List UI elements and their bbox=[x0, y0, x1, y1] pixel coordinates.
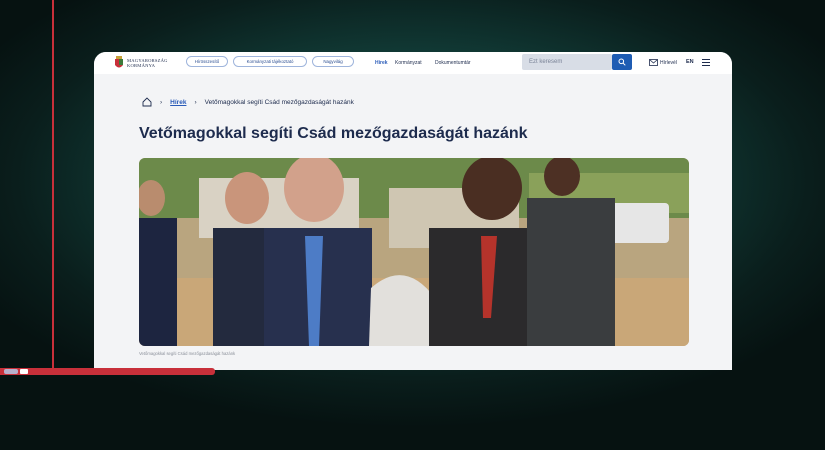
video-progress-start bbox=[4, 369, 18, 374]
chevron-right-icon: › bbox=[160, 98, 163, 106]
mail-icon bbox=[649, 59, 658, 66]
article-photo bbox=[139, 158, 689, 346]
pill-world[interactable]: Nagyvilág bbox=[312, 56, 354, 67]
nav-government[interactable]: Kormányzat bbox=[395, 60, 422, 66]
nav-news[interactable]: Hírek bbox=[375, 60, 388, 66]
breadcrumb: › Hírek › Vetőmagokkal segíti Csád mezőg… bbox=[142, 97, 354, 107]
government-logo[interactable]: MAGYARORSZÁG KORMÁNYA bbox=[114, 56, 168, 70]
language-switch[interactable]: EN bbox=[686, 59, 694, 65]
search-icon bbox=[618, 58, 626, 66]
logo-line2: KORMÁNYA bbox=[127, 63, 156, 68]
breadcrumb-news[interactable]: Hírek bbox=[170, 99, 186, 106]
chevron-right-icon: › bbox=[194, 98, 197, 106]
search-button[interactable] bbox=[612, 54, 632, 70]
coat-of-arms-icon bbox=[115, 56, 123, 68]
article-title: Vetőmagokkal segíti Csád mezőgazdaságát … bbox=[139, 125, 528, 142]
pill-news-summary[interactable]: Hírösszesítő bbox=[186, 56, 228, 67]
nav-documents[interactable]: Dokumentumtár bbox=[435, 60, 471, 66]
photo-caption: Vetőmagokkal segíti Csád mezőgazdaságát … bbox=[139, 351, 236, 356]
browser-page: MAGYARORSZÁG KORMÁNYA Hírösszesítő Kormá… bbox=[94, 52, 732, 370]
top-navigation: MAGYARORSZÁG KORMÁNYA Hírösszesítő Kormá… bbox=[94, 52, 732, 74]
delegation-photo bbox=[139, 158, 689, 346]
video-left-marker bbox=[52, 0, 54, 370]
video-progress-fill[interactable] bbox=[0, 368, 215, 375]
home-icon[interactable] bbox=[142, 97, 152, 107]
breadcrumb-current: Vetőmagokkal segíti Csád mezőgazdaságát … bbox=[204, 98, 354, 106]
video-progress-handle[interactable] bbox=[20, 369, 28, 374]
hamburger-menu-icon[interactable] bbox=[702, 59, 710, 67]
pill-government-info[interactable]: Kormányzati tájékoztató bbox=[233, 56, 307, 67]
newsletter-label: Hírlevél bbox=[660, 59, 677, 66]
newsletter-link[interactable]: Hírlevél bbox=[649, 59, 677, 66]
search-input[interactable]: Ezt keresem bbox=[522, 54, 612, 70]
